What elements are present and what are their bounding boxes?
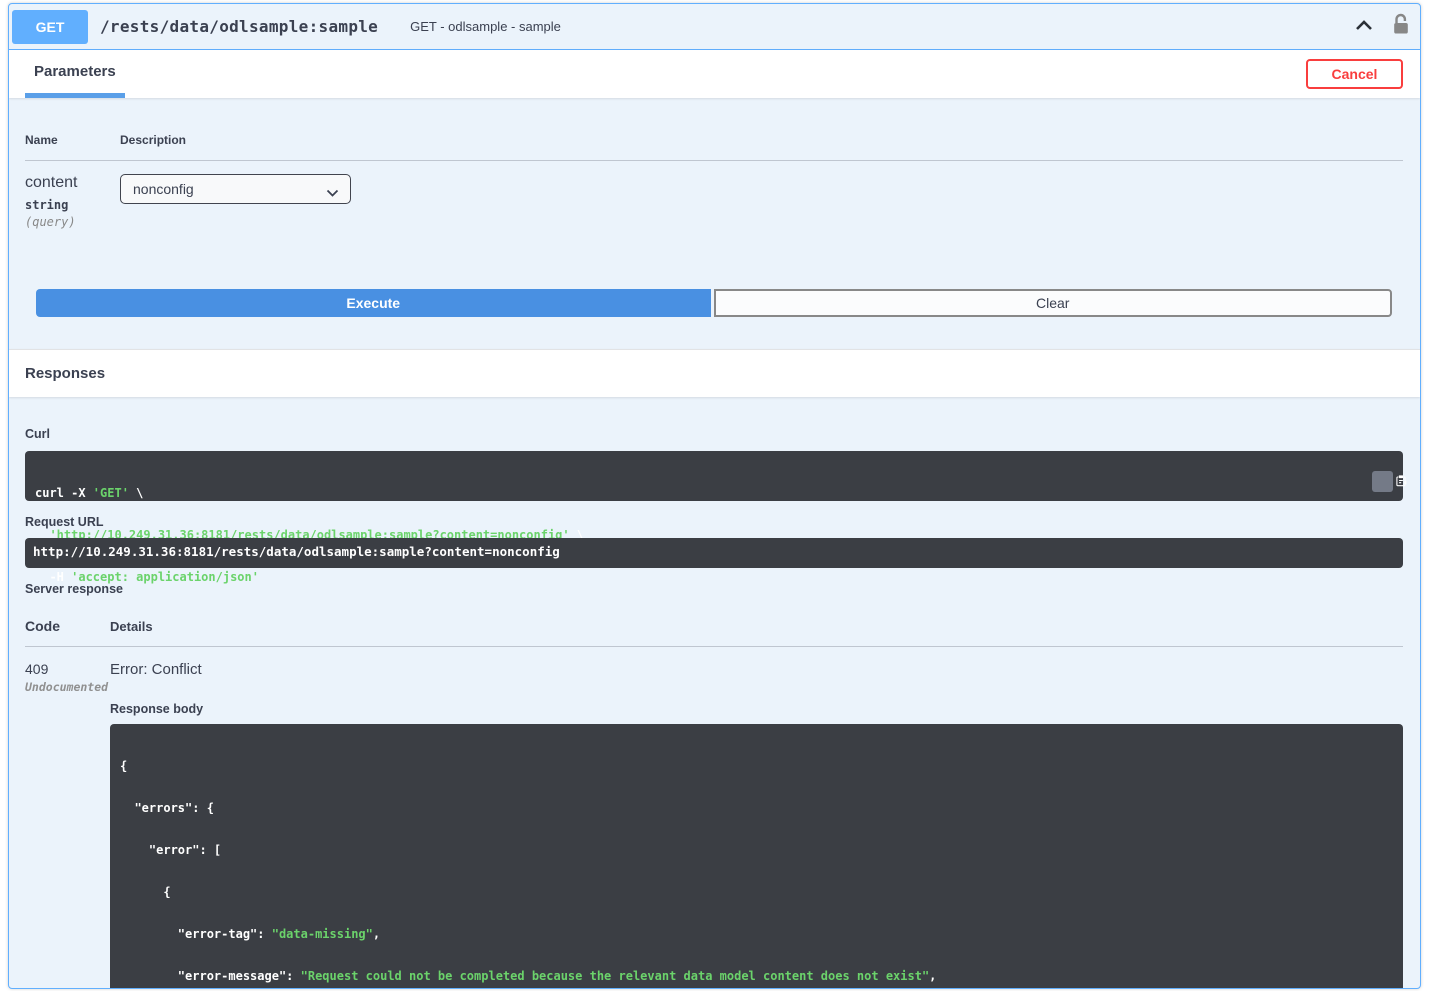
content-select[interactable]: nonconfig [120,174,351,204]
endpoint-description: GET - odlsample - sample [410,19,561,34]
operation-summary[interactable]: GET /rests/data/odlsample:sample GET - o… [9,4,1420,50]
chevron-up-icon [1354,20,1374,35]
responses-title: Responses [25,365,106,382]
responses-section-header: Responses [9,349,1420,397]
parameter-row-content: content string (query) nonconfig [25,161,1403,229]
response-body-label: Response body [110,702,204,716]
parameters-title: Parameters [34,63,116,80]
endpoint-path: /rests/data/odlsample:sample [100,17,379,36]
unlock-icon [1392,13,1410,40]
undocumented-badge: Undocumented [25,680,109,694]
clear-button[interactable]: Clear [713,289,1392,317]
request-url-value: http://10.249.31.36:8181/rests/data/odls… [25,538,1403,568]
parameter-location: (query) [25,215,76,229]
parameters-section-header: Parameters Cancel [9,50,1420,98]
column-header-description: Description [120,133,187,147]
operation-block-get: GET /rests/data/odlsample:sample GET - o… [8,3,1421,989]
cancel-button[interactable]: Cancel [1306,59,1403,89]
curl-label: Curl [25,427,50,441]
execute-button[interactable]: Execute [36,289,711,317]
column-header-name: Name [25,133,58,147]
tab-parameters[interactable]: Parameters [25,50,125,98]
responses-inner: Curl curl -X 'GET' \ 'http://10.249.31.3… [9,397,1420,988]
copy-curl-button[interactable] [1372,471,1406,492]
status-code: 409 [25,661,49,677]
parameter-type: string [25,198,69,212]
authorize-button[interactable] [1390,11,1412,42]
clipboard-copy-icon [1357,459,1407,505]
error-title: Error: Conflict [110,661,202,678]
method-badge: GET [12,9,88,44]
parameter-name: content [25,174,78,191]
server-response-row: 409 Undocumented Error: Conflict Respons… [25,647,1403,988]
collapse-button[interactable] [1352,16,1376,37]
execute-wrapper: Execute Clear [9,289,1420,317]
parameters-table: Name Description content string (query) … [9,98,1420,229]
response-body-code: { "errors": { "error": [ { "error-tag": … [110,724,1403,988]
curl-command: curl -X 'GET' \ 'http://10.249.31.36:818… [25,451,1406,584]
